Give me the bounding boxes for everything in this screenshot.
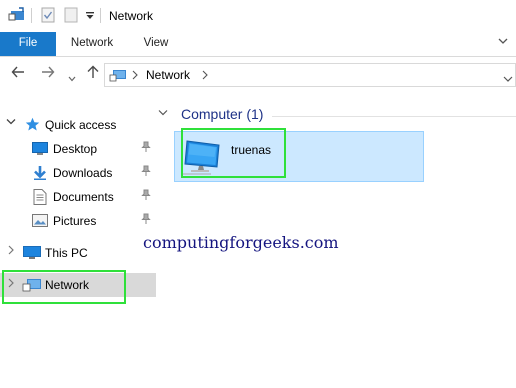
nav-label-documents: Documents — [53, 190, 114, 204]
highlight-box-network — [2, 270, 126, 304]
nav-item-pictures[interactable]: Pictures — [0, 210, 156, 232]
address-dropdown-icon[interactable] — [503, 72, 513, 86]
recent-locations-button[interactable] — [68, 69, 76, 87]
window-title: Network — [109, 9, 154, 23]
pin-icon[interactable] — [141, 141, 151, 156]
ribbon: File Network View — [0, 32, 516, 57]
network-icon — [109, 68, 127, 86]
pin-icon[interactable] — [141, 189, 151, 204]
computer-icon — [23, 246, 41, 263]
breadcrumb-separator-icon — [132, 69, 138, 83]
properties-icon[interactable] — [8, 7, 26, 26]
title-bar: Network — [0, 0, 516, 32]
download-arrow-icon — [32, 165, 48, 184]
nav-label-pictures: Pictures — [53, 214, 97, 228]
new-folder-icon[interactable] — [64, 7, 78, 26]
expand-ribbon-icon[interactable] — [498, 36, 508, 48]
navigation-bar: Network — [0, 57, 516, 93]
tab-view[interactable]: View — [132, 32, 180, 56]
nav-label-this-pc: This PC — [45, 246, 88, 260]
arrow-right-icon — [42, 66, 55, 78]
pin-icon[interactable] — [141, 165, 151, 180]
separator — [100, 8, 101, 23]
chevron-down-icon — [68, 76, 76, 82]
tab-file[interactable]: File — [0, 32, 56, 56]
nav-item-downloads[interactable]: Downloads — [0, 162, 156, 184]
back-button[interactable] — [11, 65, 25, 84]
document-icon — [33, 189, 47, 208]
watermark: computingforgeeks.com — [143, 233, 339, 252]
navigation-pane: Quick access Desktop Downloads Documents — [0, 100, 158, 388]
nav-label-desktop: Desktop — [53, 142, 98, 156]
arrow-left-icon — [11, 66, 24, 78]
forward-button[interactable] — [41, 65, 55, 84]
group-divider — [272, 116, 516, 117]
chevron-down-icon[interactable] — [6, 117, 16, 129]
breadcrumb-network[interactable]: Network — [146, 68, 190, 82]
nav-item-this-pc[interactable]: This PC — [0, 242, 156, 264]
star-icon — [25, 117, 40, 135]
tab-network[interactable]: Network — [58, 32, 126, 56]
arrow-up-icon — [87, 65, 99, 78]
dropdown-icon[interactable] — [85, 10, 95, 24]
nav-item-desktop[interactable]: Desktop — [0, 138, 156, 160]
desktop-icon — [32, 142, 48, 159]
up-button[interactable] — [86, 65, 100, 84]
picture-icon — [32, 214, 48, 230]
group-header[interactable]: Computer (1) — [181, 106, 263, 122]
nav-item-quick-access[interactable]: Quick access — [0, 114, 156, 136]
chevron-down-icon[interactable] — [158, 108, 168, 120]
separator — [31, 8, 32, 23]
highlight-box-truenas — [181, 128, 286, 178]
nav-label-downloads: Downloads — [53, 166, 113, 180]
nav-label-quick-access: Quick access — [45, 118, 117, 132]
address-bar[interactable]: Network — [104, 63, 516, 87]
nav-item-documents[interactable]: Documents — [0, 186, 156, 208]
checkmark-icon[interactable] — [41, 7, 55, 26]
chevron-right-icon[interactable] — [7, 245, 15, 258]
breadcrumb-chevron-icon[interactable] — [202, 69, 208, 83]
pin-icon[interactable] — [141, 213, 151, 228]
